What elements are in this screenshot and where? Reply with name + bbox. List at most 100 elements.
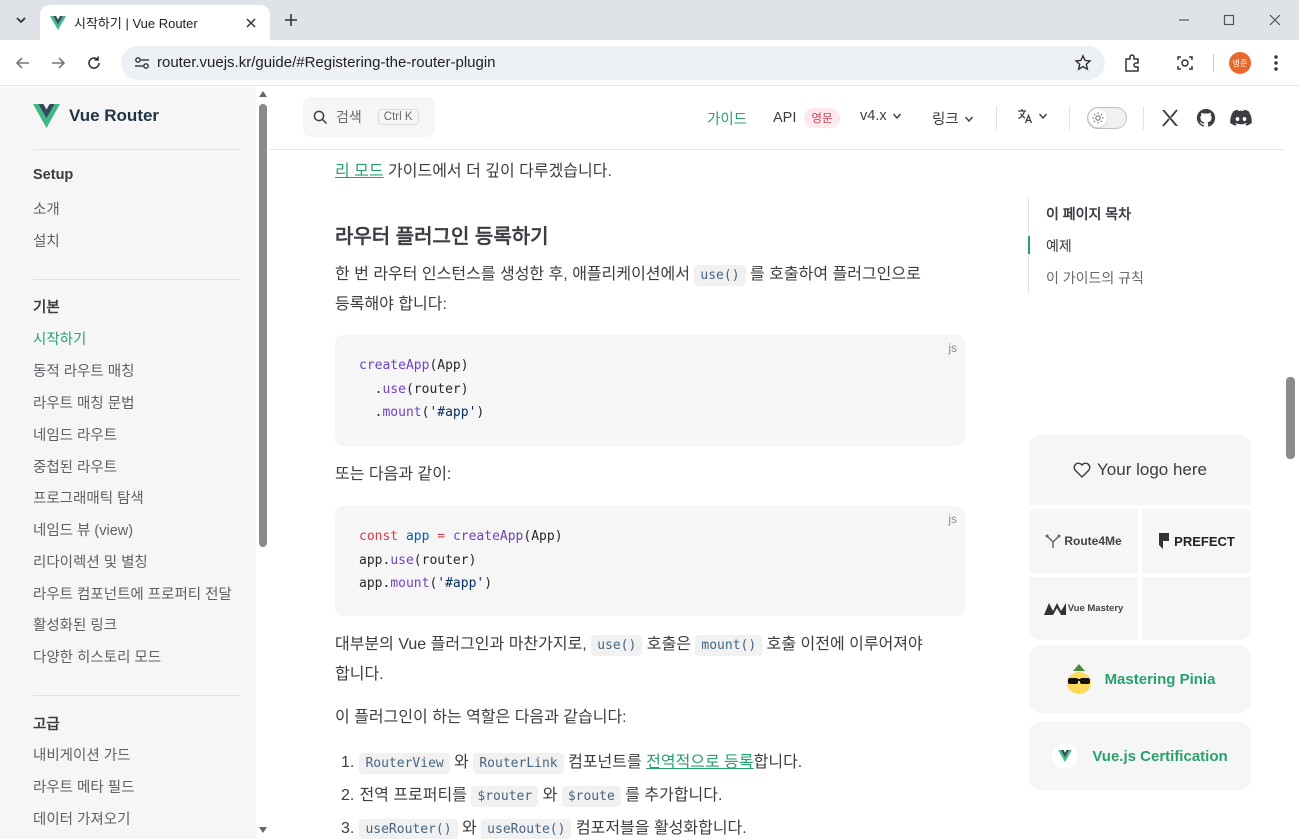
- language-dropdown[interactable]: [1016, 107, 1048, 125]
- sidebar-item-redirect-alias[interactable]: 리다이렉션 및 별칭: [33, 551, 148, 572]
- sidebar-scrollbar-thumb[interactable]: [259, 104, 267, 547]
- sidebar-item-getting-started[interactable]: 시작하기: [33, 328, 86, 349]
- outline-title: 이 페이지 목차: [1046, 206, 1132, 222]
- sidebar-item-nested-routes[interactable]: 중첩된 라우트: [33, 456, 117, 477]
- site-info-icon[interactable]: [131, 53, 153, 73]
- page-viewport: Vue Router Setup 소개 설치 기본 시작하기 동적 라우트 매칭…: [0, 87, 1299, 839]
- page-scrollbar-thumb[interactable]: [1286, 377, 1295, 459]
- maximize-icon: [1223, 14, 1235, 26]
- scroll-down-arrow-icon[interactable]: [258, 826, 268, 834]
- sidebar-item-navigation-guards[interactable]: 내비게이션 가드: [33, 744, 130, 765]
- sidebar-item-data-fetching[interactable]: 데이터 가져오기: [33, 808, 130, 829]
- arrow-left-icon: [15, 57, 29, 69]
- nav-api[interactable]: API 영문: [773, 108, 840, 128]
- nav-version-dropdown[interactable]: v4.x: [860, 108, 902, 124]
- code-line: .mount('#app'): [359, 405, 485, 420]
- profile-avatar[interactable]: 병준: [1229, 52, 1251, 74]
- brand-link[interactable]: Vue Router: [33, 104, 159, 128]
- vue-favicon-icon: [50, 15, 66, 30]
- sidebar-group-title: 기본: [33, 300, 60, 316]
- forward-button[interactable]: [46, 51, 70, 75]
- global-registration-link[interactable]: 전역적으로 등록: [646, 754, 754, 771]
- code-lang-label: js: [948, 512, 957, 526]
- sidebar-item-active-links[interactable]: 활성화된 링크: [33, 614, 117, 635]
- sidebar-item-install[interactable]: 설치: [33, 230, 60, 251]
- github-icon[interactable]: [1195, 107, 1217, 129]
- api-lang-badge: 영문: [804, 108, 840, 128]
- code-block[interactable]: js createApp(App) .use(router) .mount('#…: [335, 335, 965, 446]
- sponsor-vue-certification[interactable]: Vue.js Certification: [1029, 722, 1251, 790]
- code-block[interactable]: js const app = createApp(App) app.use(ro…: [335, 506, 965, 616]
- prefect-logo-icon: [1159, 533, 1170, 549]
- x-twitter-icon[interactable]: [1159, 107, 1181, 129]
- code-line: .use(router): [359, 382, 469, 397]
- sponsor-mastering-pinia[interactable]: Mastering Pinia: [1029, 645, 1251, 713]
- paragraph-plugin-role: 이 플러그인이 하는 역할은 다음과 같습니다:: [335, 709, 627, 726]
- sidebar-item-history-mode[interactable]: 다양한 히스토리 모드: [33, 646, 161, 667]
- page-scrollbar[interactable]: [1283, 87, 1299, 839]
- sponsor-route4me[interactable]: Route4Me: [1029, 509, 1138, 573]
- discord-icon[interactable]: [1230, 107, 1252, 129]
- paragraph-plugin-order: 대부분의 Vue 플러그인과 마찬가지로, use() 호출은 mount() …: [335, 635, 923, 683]
- sidebar-group-title: 고급: [33, 717, 60, 733]
- minimize-icon: [1179, 19, 1189, 21]
- maximize-button[interactable]: [1219, 10, 1239, 30]
- heart-icon: [1073, 462, 1091, 478]
- outline-active-marker: [1028, 236, 1030, 254]
- history-mode-link[interactable]: 리 모드: [335, 163, 384, 180]
- search-shortcut: Ctrl K: [377, 109, 419, 125]
- list-item: 2. 전역 프로퍼티를 $router 와 $route 를 추가합니다.: [341, 781, 722, 807]
- address-bar[interactable]: router.vuejs.kr/guide/#Registering-the-r…: [121, 46, 1105, 80]
- translate-icon: [1018, 109, 1033, 124]
- sidebar-item-passing-props[interactable]: 라우트 컴포넌트에 프로퍼티 전달: [33, 583, 232, 604]
- extensions-icon[interactable]: [1120, 51, 1144, 75]
- vue-mastery-logo-icon: [1043, 602, 1066, 615]
- sponsor-vue-mastery[interactable]: Vue Mastery: [1029, 577, 1138, 640]
- list-item: 3. useRouter() 와 useRoute() 컴포저블을 활성화합니다…: [341, 814, 747, 839]
- close-window-button[interactable]: [1265, 10, 1285, 30]
- outline-item[interactable]: 예제: [1046, 236, 1072, 256]
- minimize-button[interactable]: [1174, 10, 1194, 30]
- sidebar-item-named-routes[interactable]: 네임드 라우트: [33, 424, 117, 445]
- sponsor-your-logo[interactable]: Your logo here: [1029, 435, 1251, 505]
- inline-code: use(): [694, 265, 746, 286]
- scroll-up-arrow-icon[interactable]: [258, 90, 268, 98]
- close-icon[interactable]: [242, 14, 260, 32]
- back-button[interactable]: [11, 51, 35, 75]
- arrow-right-icon: [52, 57, 66, 69]
- screenshot-icon[interactable]: [1173, 51, 1197, 75]
- theme-knob: [1089, 109, 1107, 127]
- nav-links-dropdown[interactable]: 링크: [932, 108, 974, 129]
- vue-logo-icon: [33, 104, 60, 128]
- top-navbar: 검색 Ctrl K 가이드 API 영문 v4.x 링크: [270, 87, 1283, 150]
- sidebar-item-dynamic-matching[interactable]: 동적 라우트 매칭: [33, 360, 134, 381]
- nav-divider: [1069, 106, 1070, 130]
- nav-divider: [996, 106, 997, 130]
- paragraph-or: 또는 다음과 같이:: [335, 466, 452, 483]
- reload-button[interactable]: [82, 51, 106, 75]
- sidebar-item-intro[interactable]: 소개: [33, 198, 60, 219]
- sponsor-prefect[interactable]: PREFECT: [1142, 509, 1251, 573]
- sidebar-divider: [33, 149, 240, 150]
- sponsor-empty-slot: [1142, 577, 1251, 640]
- tab-title: 시작하기 | Vue Router: [74, 16, 198, 31]
- sidebar-item-route-matching-syntax[interactable]: 라우트 매칭 문법: [33, 392, 134, 413]
- theme-toggle[interactable]: [1087, 107, 1127, 129]
- new-tab-button[interactable]: [280, 9, 302, 31]
- sidebar-divider: [33, 695, 240, 696]
- sidebar-item-route-meta[interactable]: 라우트 메타 필드: [33, 776, 134, 797]
- search-button[interactable]: 검색 Ctrl K: [303, 97, 435, 137]
- sidebar: Vue Router Setup 소개 설치 기본 시작하기 동적 라우트 매칭…: [0, 87, 256, 839]
- sidebar-item-navigation[interactable]: 프로그래매틱 탐색: [33, 487, 144, 508]
- kebab-menu-icon[interactable]: [1264, 51, 1288, 75]
- outline-item[interactable]: 이 가이드의 규칙: [1046, 268, 1144, 288]
- vue-logo-icon: [1052, 743, 1079, 769]
- bookmark-star-icon[interactable]: [1073, 53, 1093, 73]
- nav-guide[interactable]: 가이드: [707, 108, 747, 129]
- browser-tab[interactable]: 시작하기 | Vue Router: [40, 5, 270, 40]
- sidebar-item-named-views[interactable]: 네임드 뷰 (view): [33, 519, 133, 540]
- code-lang-label: js: [948, 341, 957, 355]
- code-line: app.mount('#app'): [359, 576, 493, 591]
- sidebar-divider: [33, 279, 240, 280]
- tab-search-button[interactable]: [8, 7, 34, 33]
